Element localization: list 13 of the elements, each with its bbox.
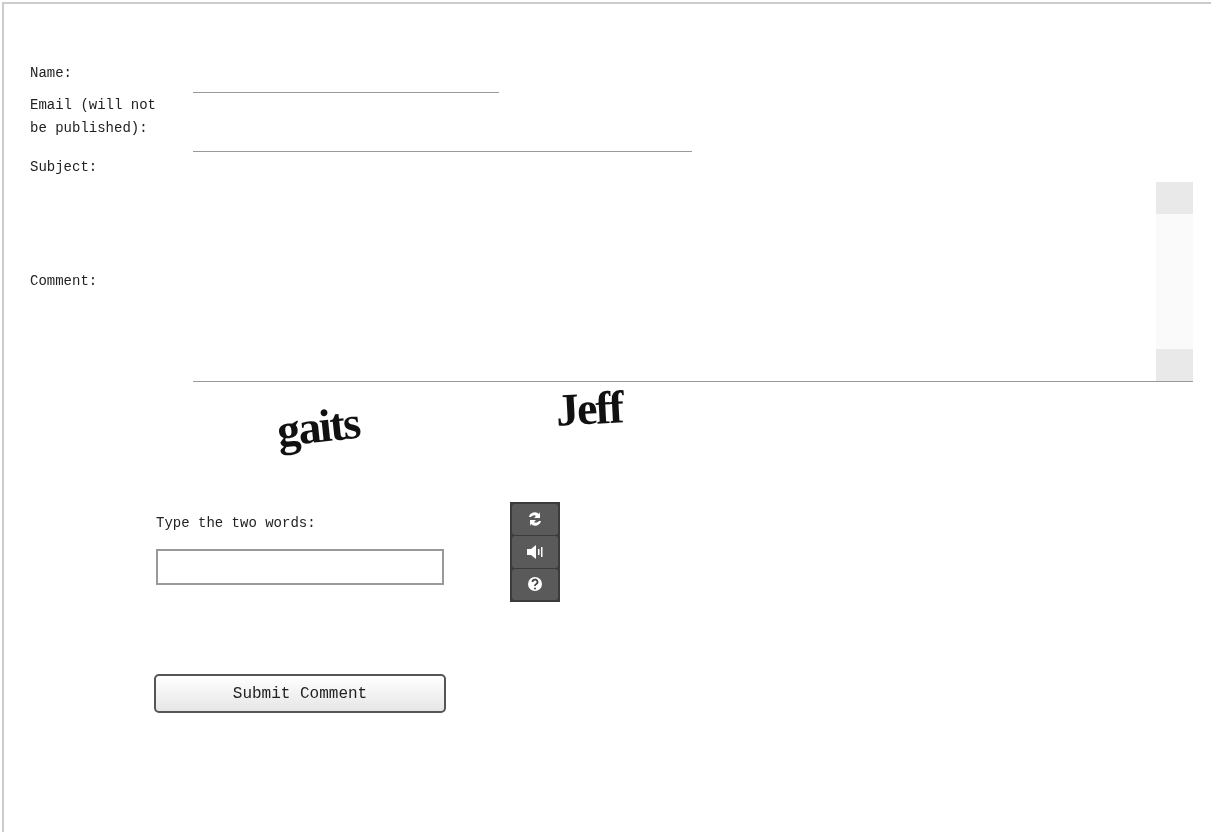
speaker-button[interactable] [512, 536, 558, 568]
field-label: Name: [30, 64, 73, 83]
comment-field[interactable] [193, 180, 1193, 382]
field-label: Comment: [30, 271, 99, 291]
captcha-prompt: Type the two words: [156, 514, 317, 533]
reload-button[interactable] [512, 504, 558, 536]
submit-button[interactable]: Submit Comment [154, 674, 446, 713]
captcha-input[interactable] [156, 549, 444, 585]
captcha-word: gaits [274, 395, 362, 458]
captcha-word: Jeff [554, 380, 624, 437]
help-button[interactable] [512, 568, 558, 600]
field-label: Subject: [30, 158, 99, 177]
field-label: Email (will not be published): [30, 96, 158, 138]
